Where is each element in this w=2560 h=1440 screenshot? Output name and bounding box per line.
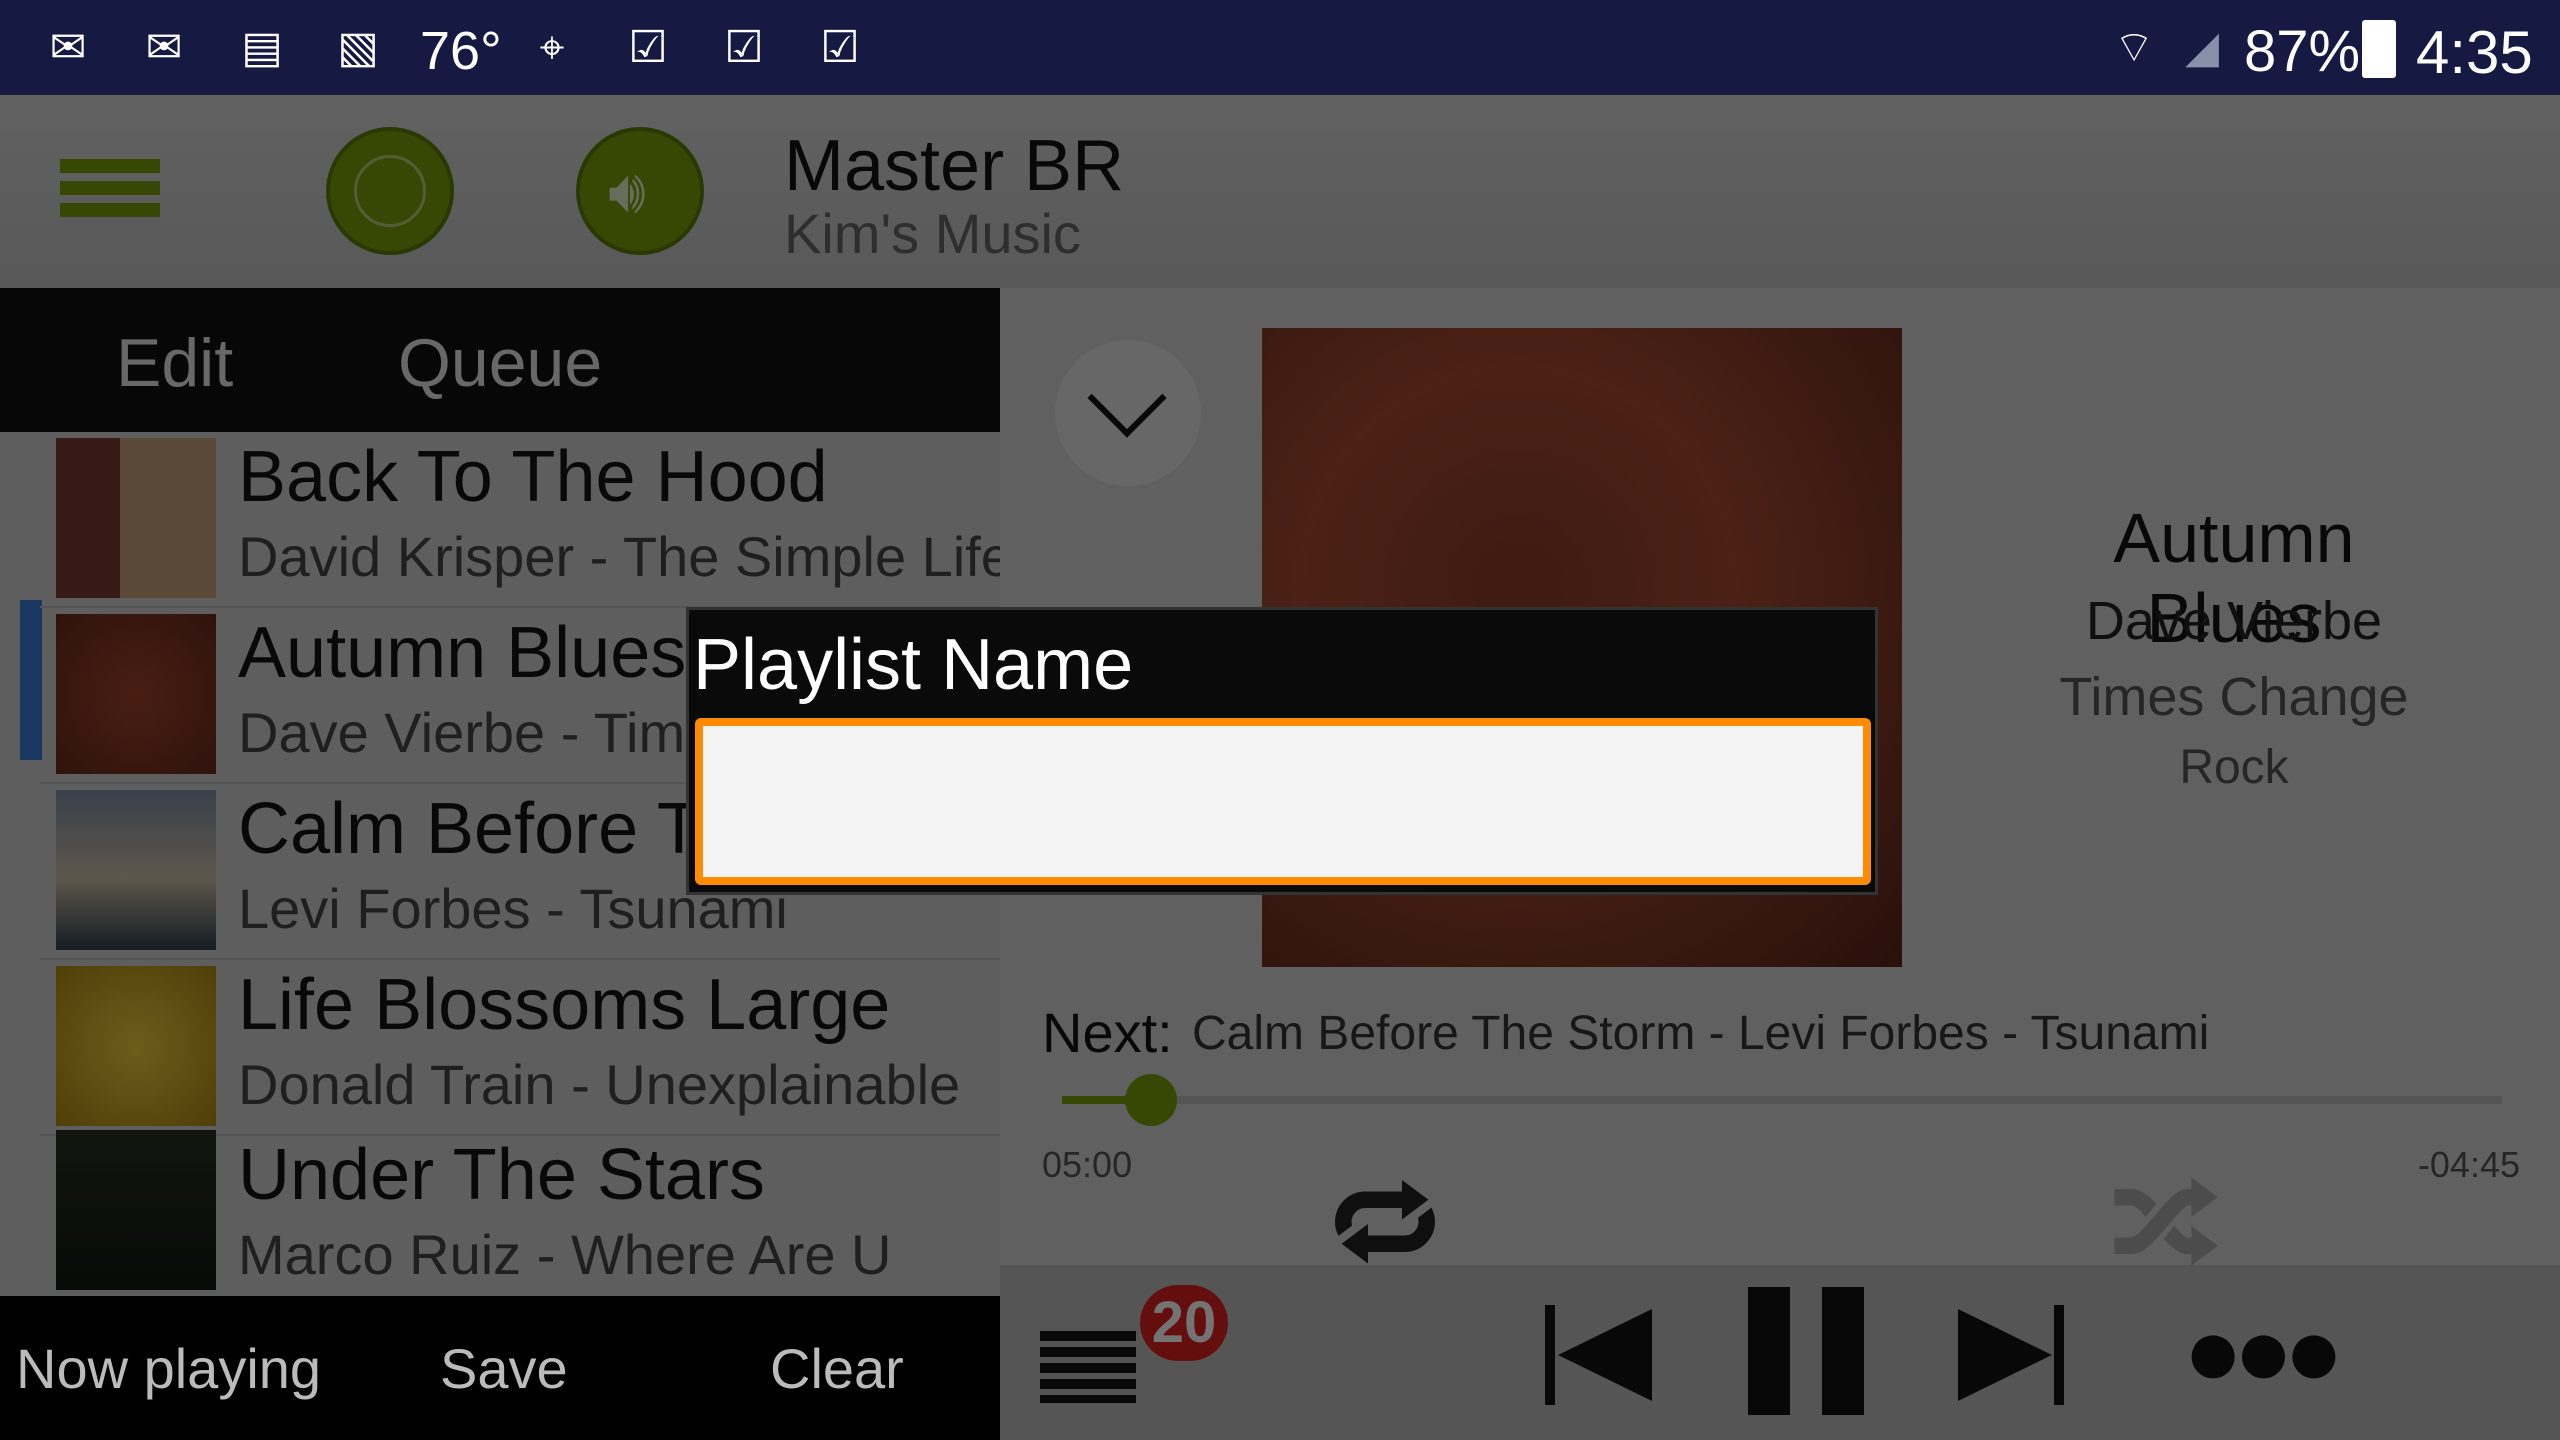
previous-icon[interactable] <box>1545 1305 1555 1405</box>
status-bar: ✉ ✉ ▤ ▧ 76° ⌖ ☑ ☑ ☑ ⌔ ◢ 87% 4:35 <box>0 0 2560 95</box>
current-track-indicator <box>20 600 42 760</box>
menu-icon[interactable] <box>60 159 160 217</box>
remaining-time: -04:45 <box>2417 1144 2520 1185</box>
progress-knob[interactable] <box>1125 1074 1178 1126</box>
album-art <box>56 966 216 1126</box>
clipboard-check-icon: ☑ <box>628 23 668 72</box>
track-title: Autumn Blues <box>238 613 687 693</box>
clipboard-check-icon: ☑ <box>724 23 764 72</box>
playlist-name-input[interactable] <box>695 718 1871 885</box>
playlist-name-dialog: Playlist Name <box>686 607 1878 895</box>
playback-controls: 20 ●●● <box>1000 1265 2560 1440</box>
power-icon <box>354 155 426 227</box>
track-album: Times Change <box>2059 667 2409 727</box>
app-header: 🔊︎ Master BR Kim's Music <box>0 95 2560 288</box>
track-title: Under The Stars <box>238 1135 765 1215</box>
pause-button[interactable] <box>1748 1287 1790 1415</box>
signal-icon: ◢ <box>2185 23 2219 72</box>
wifi-icon: ⌔ <box>2113 23 2155 72</box>
clipboard-check-icon: ☑ <box>820 23 860 72</box>
track-subtitle: Donald Train - Unexplainable <box>238 1053 961 1116</box>
track-subtitle: Marco Ruiz - Where Are U <box>238 1223 892 1286</box>
next-icon <box>2054 1305 2064 1405</box>
next-track: Calm Before The Storm - Levi Forbes - Ts… <box>1192 1007 2210 1060</box>
chevron-down-icon <box>1087 358 1167 438</box>
list-item[interactable]: Back To The Hood David Krisper - The Sim… <box>40 432 1012 608</box>
dialog-title: Playlist Name <box>693 625 1134 705</box>
battery-icon <box>2362 20 2396 78</box>
collapse-button[interactable] <box>1055 340 1201 486</box>
album-art <box>56 438 216 598</box>
queue-count-badge: 20 <box>1140 1285 1228 1361</box>
queue-icon[interactable] <box>1040 1331 1136 1403</box>
track-title: Back To The Hood <box>238 437 828 517</box>
more-options-icon[interactable]: ●●● <box>2183 1301 2344 1401</box>
track-artist: Dave Vierbe <box>2085 591 2383 651</box>
zone-subtitle: Kim's Music <box>784 202 1081 265</box>
album-art <box>56 1130 216 1290</box>
track-subtitle: David Krisper - The Simple Life <box>238 525 1012 588</box>
temperature: 76° <box>420 21 502 81</box>
queue-bottom-bar: Now playing Save Clear <box>0 1296 1000 1440</box>
now-playing-button[interactable]: Now playing <box>16 1336 321 1401</box>
album-art <box>56 790 216 950</box>
email-icon: ✉ <box>145 23 183 72</box>
elapsed-time: 05:00 <box>1042 1144 1133 1185</box>
tab-queue[interactable]: Queue <box>398 324 602 402</box>
maps-icon: ⌖ <box>539 23 565 72</box>
next-button[interactable] <box>1958 1309 2052 1401</box>
list-item[interactable]: Under The Stars Marco Ruiz - Where Are U <box>40 1120 1000 1296</box>
track-genre: Rock <box>2179 741 2289 794</box>
clear-button[interactable]: Clear <box>770 1336 904 1401</box>
album-art <box>56 614 216 774</box>
clock: 4:35 <box>2416 19 2533 86</box>
zone-title: Master BR <box>784 126 1125 206</box>
speaker-icon: 🔊︎ <box>608 158 646 225</box>
message-icon: ▤ <box>241 23 283 72</box>
queue-tabs: Edit Queue <box>0 288 1000 432</box>
tab-edit[interactable]: Edit <box>116 324 233 402</box>
pause-icon <box>1822 1287 1864 1415</box>
save-button[interactable]: Save <box>440 1336 568 1401</box>
volume-button[interactable]: 🔊︎ <box>576 127 704 255</box>
track-title: Life Blossoms Large <box>238 965 891 1045</box>
battery-level: 87% <box>2244 19 2361 84</box>
next-label: Next: <box>1042 1001 1173 1064</box>
email-icon: ✉ <box>49 23 87 72</box>
progress-slider[interactable] <box>1062 1074 2502 1126</box>
image-icon: ▧ <box>337 23 379 72</box>
power-button[interactable] <box>326 127 454 255</box>
list-item[interactable]: Life Blossoms Large Donald Train - Unexp… <box>40 960 1000 1136</box>
previous-button[interactable] <box>1558 1309 1652 1401</box>
